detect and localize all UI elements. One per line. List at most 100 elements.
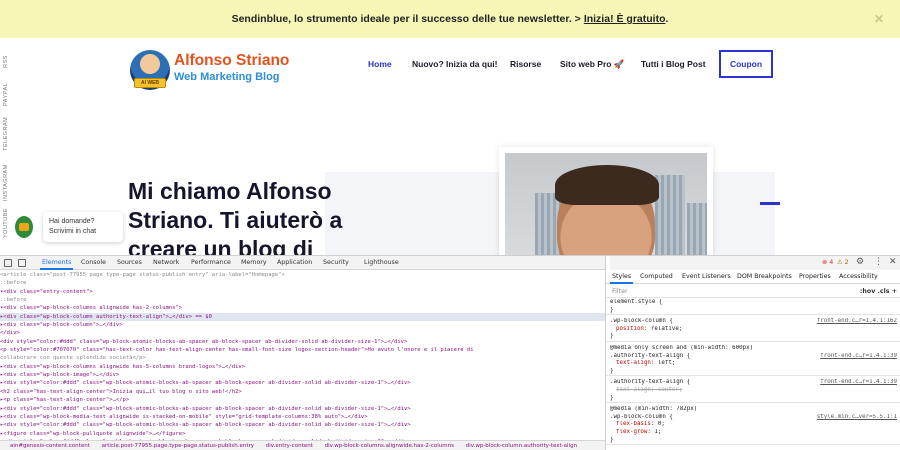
dom-node-line[interactable]: ▸<figure class="wp-block-pullquote align… — [0, 430, 605, 438]
decorative-line — [760, 202, 780, 205]
breadcrumb: ain#genesis-content.content article.post… — [0, 440, 605, 450]
breadcrumb-item[interactable]: ain#genesis-content.content — [10, 443, 90, 449]
style-rule-close: } — [610, 367, 614, 374]
dom-node-line[interactable]: ▸<div class="wp-block-media-text alignwi… — [0, 413, 605, 421]
tab-accessibility[interactable]: Accessibility — [839, 273, 878, 280]
dom-node-line[interactable]: ▸<div class="wp-block-columns alignwide … — [0, 363, 605, 371]
dom-node-line[interactable]: ▸<p class="has-text-align-center">…</p> — [0, 396, 605, 404]
style-selector: .authority-text-align {front-end.c…r=1.4… — [610, 379, 897, 387]
style-property[interactable]: text-align: center; — [606, 387, 900, 395]
dom-node-line[interactable]: ▸<div class="wp-block-column authority-t… — [0, 312, 605, 322]
style-property[interactable]: text-align: left; — [606, 360, 900, 368]
style-rule-close: } — [610, 306, 614, 313]
site-name: Alfonso Striano — [174, 52, 290, 69]
style-property[interactable]: flex-basis: 0; — [606, 421, 900, 429]
styles-pane: Styles Computed Event Listeners DOM Brea… — [605, 256, 900, 450]
coupon-button[interactable]: Coupon — [719, 50, 773, 78]
social-link-instagram[interactable]: INSTAGRAM — [3, 164, 9, 201]
social-link-youtube[interactable]: YOUTUBE — [3, 208, 9, 238]
style-selector: .authority-text-align {front-end.c…r=1.4… — [610, 352, 897, 361]
tab-styles[interactable]: Styles — [609, 273, 634, 284]
dom-node-line[interactable]: ▸<div style="color:#ddd" class="wp-block… — [0, 421, 605, 429]
dom-node-line[interactable]: <div style="color:#ddd" class="wp-block-… — [0, 338, 605, 346]
portrait-image — [505, 153, 707, 257]
site-logo[interactable]: AI WEB Alfonso Striano Web Marketing Blo… — [130, 50, 305, 90]
promo-text: Sendinblue, lo strumento ideale per il s… — [231, 13, 581, 25]
tab-computed[interactable]: Computed — [640, 273, 673, 280]
style-source-link[interactable]: style.min.c…ver=5.5.1:1 — [817, 414, 897, 422]
breadcrumb-item[interactable]: article.post-77955.page.type-page.status… — [102, 443, 254, 449]
style-property[interactable]: flex-grow: 1; — [606, 429, 900, 437]
promo-banner: Sendinblue, lo strumento ideale per il s… — [0, 0, 900, 38]
tab-application[interactable]: Application — [277, 259, 312, 266]
style-selector: @media only screen and (min-width: 600px… — [610, 345, 754, 351]
nav-item-risorse[interactable]: Risorse — [510, 59, 541, 69]
nav-item-blog-post[interactable]: Tutti i Blog Post — [641, 59, 706, 69]
dom-node-line[interactable]: ▸<div class="wp-block-column">…</div> — [0, 321, 605, 329]
tab-event-listeners[interactable]: Event Listeners — [682, 273, 731, 280]
style-source-link[interactable]: front-end.c…r=1.4.1:39 — [820, 353, 897, 361]
style-property[interactable]: position: relative; — [606, 326, 900, 334]
hero-photo — [499, 147, 713, 257]
device-toolbar-icon[interactable] — [18, 259, 26, 267]
tab-memory[interactable]: Memory — [241, 259, 267, 266]
tab-console[interactable]: Console — [81, 259, 106, 266]
tab-dom-breakpoints[interactable]: DOM Breakpoints — [737, 273, 792, 280]
dom-node-line[interactable]: ::before — [0, 296, 605, 304]
style-rule-close: } — [610, 394, 614, 401]
close-icon[interactable]: ✕ — [874, 12, 884, 26]
style-rule-close: } — [610, 333, 614, 340]
tab-properties[interactable]: Properties — [799, 273, 831, 280]
promo-end: . — [665, 13, 669, 25]
filter-input[interactable]: Filter — [612, 288, 628, 295]
style-selector: @media (min-width: 782px) — [610, 406, 698, 413]
breadcrumb-item[interactable]: div.wp-block-columns.alignwide.has-2-col… — [325, 443, 454, 449]
devtools-tab-bar: Elements Console Sources Network Perform… — [0, 256, 605, 270]
site-subtitle: Web Marketing Blog — [174, 71, 280, 83]
inspect-icon[interactable] — [4, 259, 12, 267]
style-selector: .wp-block-column {front-end.c…r=1.4.1:16… — [610, 318, 897, 326]
dom-node-line[interactable]: ▸<div class="wp-block-image">…</div> — [0, 371, 605, 379]
style-rule[interactable]: @media only screen and (min-width: 600px… — [606, 345, 900, 377]
style-source-link[interactable]: front-end.c…r=1.4.1:162 — [817, 318, 897, 326]
dom-node-line[interactable]: ▾<div class="entry-content"> — [0, 288, 605, 296]
style-source-link[interactable]: front-end.c…r=1.4.1:39 — [820, 379, 897, 387]
styles-filter[interactable]: Filter :hov .cls + — [606, 285, 900, 298]
style-rule[interactable]: element.style {} — [606, 299, 900, 316]
dom-node-line[interactable]: ▸<div style="color:#ddd" class="wp-block… — [0, 379, 605, 387]
social-link-rss[interactable]: RSS — [3, 55, 9, 68]
style-rule-close: } — [610, 436, 614, 443]
dom-node-line[interactable]: </div> — [0, 329, 605, 337]
chat-widget[interactable]: Hai domande? Scrivimi in chat — [15, 212, 123, 242]
dom-node-line[interactable]: collaborare con queste splendide società… — [0, 354, 605, 362]
promo-link[interactable]: Inizia! È gratuito — [584, 13, 666, 25]
dom-node-line[interactable]: <h2 class="has-text-align-center">Inizia… — [0, 388, 605, 396]
social-link-telegram[interactable]: TELEGRAM — [3, 117, 9, 151]
style-rule[interactable]: .authority-text-align {front-end.c…r=1.4… — [606, 379, 900, 404]
styles-tab-bar: Styles Computed Event Listeners DOM Brea… — [606, 270, 900, 284]
dom-node-line[interactable]: ▸<div style="color:#ddd" class="wp-block… — [0, 405, 605, 413]
breadcrumb-item[interactable]: div.entry-content — [266, 443, 313, 449]
tab-security[interactable]: Security — [323, 259, 349, 266]
style-selector: element.style { — [610, 299, 663, 305]
tab-performance[interactable]: Performance — [191, 259, 231, 266]
tab-lighthouse[interactable]: Lighthouse — [364, 259, 399, 266]
nav-item-nuovo[interactable]: Nuovo? Inizia da qui! — [412, 59, 497, 69]
tab-sources[interactable]: Sources — [117, 259, 142, 266]
filter-buttons[interactable]: :hov .cls + — [860, 288, 897, 295]
dom-tree[interactable]: <article class="post-77955 page type-pag… — [0, 271, 605, 440]
breadcrumb-item[interactable]: div.wp-block-column.authority-text-align — [466, 443, 577, 449]
chat-icon[interactable] — [15, 216, 33, 238]
tab-network[interactable]: Network — [153, 259, 179, 266]
nav-item-home[interactable]: Home — [368, 59, 392, 69]
dom-node-line[interactable]: <p style="color:#707070" class="has-text… — [0, 346, 605, 354]
style-rule[interactable]: .wp-block-column {front-end.c…r=1.4.1:16… — [606, 318, 900, 342]
dom-node-line[interactable]: ::before — [0, 279, 605, 287]
style-rule[interactable]: @media (min-width: 782px) .wp-block-colum… — [606, 406, 900, 446]
tab-elements[interactable]: Elements — [39, 259, 74, 270]
social-link-paypal[interactable]: PAYPAL — [3, 83, 9, 106]
dom-node-line[interactable]: <article class="post-77955 page type-pag… — [0, 271, 605, 279]
nav-item-sito-web-pro[interactable]: Sito web Pro 🚀 — [560, 59, 624, 70]
chat-bubble[interactable]: Hai domande? Scrivimi in chat — [43, 212, 123, 242]
dom-node-line[interactable]: ▾<div class="wp-block-columns alignwide … — [0, 304, 605, 312]
